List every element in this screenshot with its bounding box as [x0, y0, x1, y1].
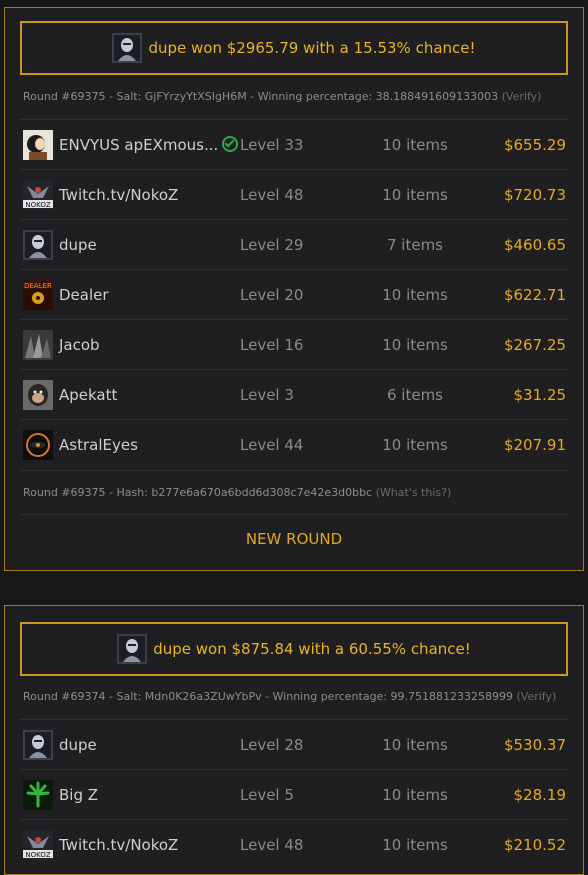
player-level: Level 48 [240, 836, 304, 854]
player-level: Level 3 [240, 386, 294, 404]
player-level: Level 48 [240, 186, 304, 204]
player-items: 10 items [382, 336, 448, 354]
player-level: Level 20 [240, 286, 304, 304]
player-row[interactable]: DEALER Dealer Level 20 10 items $622.71 [20, 269, 568, 320]
leaf-avatar-icon [23, 780, 53, 810]
player-row[interactable]: dupe Level 28 10 items $530.37 [20, 719, 568, 770]
hash-line: Round #69375 - Hash: b277e6a670a6bdd6d30… [23, 486, 451, 499]
player-value: $655.29 [503, 136, 566, 154]
winner-banner: dupe won $875.84 with a 60.55% chance! [20, 622, 568, 676]
player-items: 10 items [382, 736, 448, 754]
player-items: 10 items [382, 286, 448, 304]
winner-avatar [112, 33, 143, 63]
player-items: 7 items [386, 236, 443, 254]
player-row[interactable]: NOKOZ Twitch.tv/NokoZ Level 48 10 items … [20, 819, 568, 870]
player-name: Twitch.tv/NokoZ [59, 836, 179, 854]
player-value: $210.52 [503, 836, 566, 854]
player-name: Jacob [59, 336, 100, 354]
player-name: dupe [59, 236, 97, 254]
hash-text: Round #69375 - Hash: b277e6a670a6bdd6d30… [23, 486, 376, 499]
player-name: ENVYUS apEXmous... [59, 120, 239, 170]
round-panel: dupe won $875.84 with a 60.55% chance! R… [4, 605, 584, 875]
verify-link[interactable]: (Verify) [502, 90, 542, 103]
winner-text: dupe won $875.84 with a 60.55% chance! [153, 640, 471, 658]
player-name: dupe [59, 736, 97, 754]
player-row[interactable]: NOKOZ Twitch.tv/NokoZ Level 48 10 items … [20, 169, 568, 220]
player-level: Level 16 [240, 336, 304, 354]
player-value: $31.25 [513, 386, 567, 404]
nokoz-avatar-icon: NOKOZ [23, 180, 53, 210]
player-name: AstralEyes [59, 436, 138, 454]
player-name: Twitch.tv/NokoZ [59, 186, 179, 204]
dealer-avatar-icon: DEALER [23, 280, 53, 310]
player-value: $622.71 [503, 286, 566, 304]
player-value: $207.91 [503, 436, 566, 454]
player-name: Big Z [59, 786, 99, 804]
player-items: 10 items [382, 186, 448, 204]
player-row[interactable]: Big Z Level 5 10 items $28.19 [20, 769, 568, 820]
player-row[interactable]: ENVYUS apEXmous... Level 33 10 items $65… [20, 119, 568, 170]
player-items: 10 items [382, 836, 448, 854]
player-value: $460.65 [503, 236, 566, 254]
player-items: 10 items [382, 436, 448, 454]
player-level: Level 28 [240, 736, 304, 754]
svg-text:DEALER: DEALER [24, 282, 52, 290]
player-level: Level 44 [240, 436, 304, 454]
player-row[interactable]: AstralEyes Level 44 10 items $207.91 [20, 419, 568, 471]
divider [20, 514, 568, 515]
ape-avatar-icon [23, 380, 53, 410]
cartoon-avatar-icon [23, 130, 53, 160]
salt-text: Round #69374 - Salt: Mdn0K26a3ZUwYbPv - … [23, 690, 517, 703]
player-items: 10 items [382, 136, 448, 154]
nokoz-avatar-icon: NOKOZ [23, 830, 53, 860]
salt-line: Round #69375 - Salt: GjFYrzyYtXSIgH6M - … [23, 90, 541, 103]
whats-this-link[interactable]: (What's this?) [376, 486, 452, 499]
salt-line: Round #69374 - Salt: Mdn0K26a3ZUwYbPv - … [23, 690, 556, 703]
winner-banner: dupe won $2965.79 with a 15.53% chance! [20, 21, 568, 75]
svg-text:NOKOZ: NOKOZ [25, 201, 50, 209]
verified-check-icon [222, 136, 239, 152]
player-items: 10 items [382, 786, 448, 804]
player-items: 6 items [386, 386, 443, 404]
new-round-button[interactable]: NEW ROUND [5, 530, 583, 548]
player-row[interactable]: Jacob Level 16 10 items $267.25 [20, 319, 568, 370]
player-value: $530.37 [503, 736, 566, 754]
winner-avatar [117, 634, 148, 664]
round-panel: dupe won $2965.79 with a 15.53% chance! … [4, 7, 584, 571]
verify-link[interactable]: (Verify) [517, 690, 557, 703]
player-name-text: ENVYUS apEXmous... [59, 136, 219, 154]
player-row[interactable]: dupe Level 29 7 items $460.65 [20, 219, 568, 270]
player-value: $720.73 [503, 186, 566, 204]
svg-text:NOKOZ: NOKOZ [25, 851, 50, 859]
player-name: Dealer [59, 286, 109, 304]
player-name: Apekatt [59, 386, 118, 404]
player-level: Level 5 [240, 786, 294, 804]
player-level: Level 29 [240, 236, 304, 254]
dupe-avatar-icon [23, 730, 53, 760]
dupe-avatar-icon [23, 230, 53, 260]
salt-text: Round #69375 - Salt: GjFYrzyYtXSIgH6M - … [23, 90, 502, 103]
player-level: Level 33 [240, 136, 304, 154]
player-value: $267.25 [503, 336, 566, 354]
player-value: $28.19 [513, 786, 567, 804]
player-row[interactable]: Apekatt Level 3 6 items $31.25 [20, 369, 568, 420]
winner-text: dupe won $2965.79 with a 15.53% chance! [148, 39, 476, 57]
eye-avatar-icon [23, 430, 53, 460]
jacob-avatar-icon [23, 330, 53, 360]
